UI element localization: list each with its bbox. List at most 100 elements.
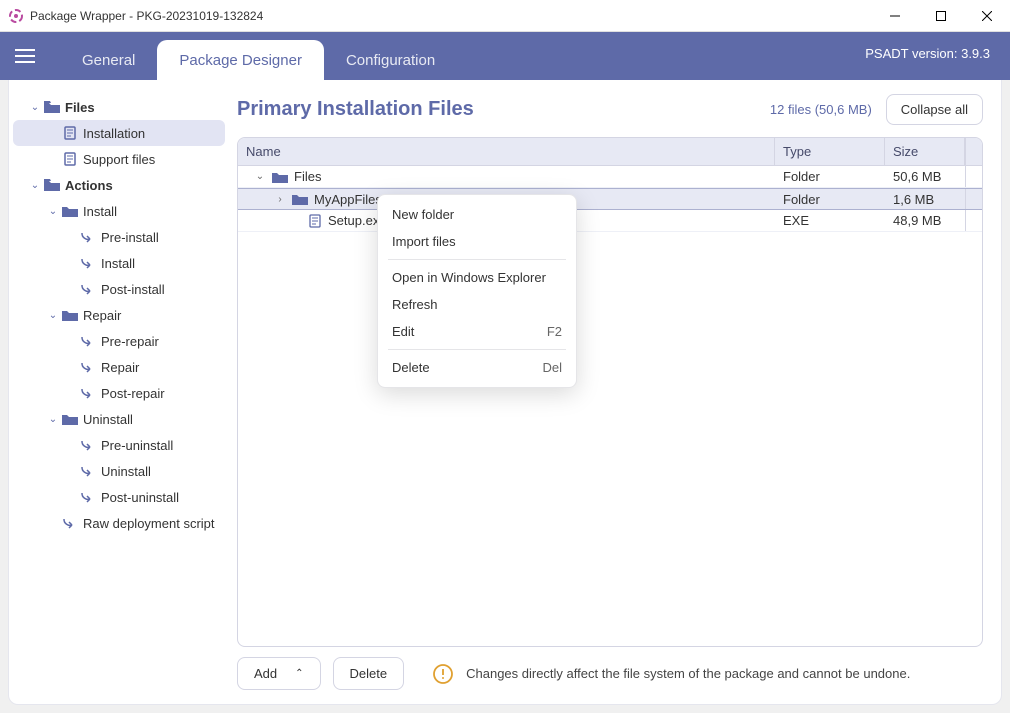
sidebar-item-label: Uninstall xyxy=(101,464,221,479)
title-bar: Package Wrapper - PKG-20231019-132824 xyxy=(0,0,1010,32)
sidebar-item-label: Raw deployment script xyxy=(83,516,221,531)
sidebar-files[interactable]: ⌄ Files xyxy=(13,94,225,120)
col-end xyxy=(965,138,982,165)
file-grid: Name Type Size ⌄ Files Folder 50,6 MB ›My… xyxy=(237,137,983,647)
tab-package-designer[interactable]: Package Designer xyxy=(157,40,324,80)
arrow-icon xyxy=(79,361,97,373)
chevron-down-icon: ⌄ xyxy=(27,102,43,113)
sidebar-post-uninstall[interactable]: Post-uninstall xyxy=(13,484,225,510)
document-icon xyxy=(61,152,79,166)
delete-button[interactable]: Delete xyxy=(333,657,405,690)
chevron-down-icon: ⌄ xyxy=(45,206,61,217)
add-button[interactable]: Add⌃ xyxy=(237,657,321,690)
close-button[interactable] xyxy=(964,0,1010,31)
tab-bar: General Package Designer Configuration xyxy=(60,40,457,80)
row-type: Folder xyxy=(775,166,885,187)
sidebar-item-label: Files xyxy=(65,100,221,115)
sidebar-item-label: Actions xyxy=(65,178,221,193)
sidebar-repair-main[interactable]: Repair xyxy=(13,354,225,380)
table-row[interactable]: Setup.exe EXE 48,9 MB xyxy=(238,210,982,232)
arrow-icon xyxy=(79,257,97,269)
col-size[interactable]: Size xyxy=(885,138,965,165)
maximize-button[interactable] xyxy=(918,0,964,31)
sidebar-item-label: Pre-uninstall xyxy=(101,438,221,453)
sidebar-repair[interactable]: ⌄ Repair xyxy=(13,302,225,328)
row-name: Files xyxy=(294,169,321,184)
sidebar-support-files[interactable]: Support files xyxy=(13,146,225,172)
arrow-icon xyxy=(79,465,97,477)
arrow-icon xyxy=(79,283,97,295)
sidebar-actions[interactable]: ⌄ Actions xyxy=(13,172,225,198)
sidebar: ⌄ Files Installation Support files ⌄ Act… xyxy=(9,80,229,704)
tab-configuration[interactable]: Configuration xyxy=(324,40,457,80)
ctx-delete[interactable]: DeleteDel xyxy=(378,354,576,381)
ctx-refresh[interactable]: Refresh xyxy=(378,291,576,318)
sidebar-uninstall-main[interactable]: Uninstall xyxy=(13,458,225,484)
minimize-button[interactable] xyxy=(872,0,918,31)
psadt-version: PSADT version: 3.9.3 xyxy=(865,46,990,61)
arrow-icon xyxy=(79,439,97,451)
tab-general[interactable]: General xyxy=(60,40,157,80)
document-icon xyxy=(61,126,79,140)
sidebar-pre-repair[interactable]: Pre-repair xyxy=(13,328,225,354)
folder-icon xyxy=(61,205,79,217)
shortcut: Del xyxy=(542,360,562,375)
arrow-icon xyxy=(79,335,97,347)
sidebar-item-label: Support files xyxy=(83,152,221,167)
sidebar-install[interactable]: ⌄ Install xyxy=(13,198,225,224)
row-size: 48,9 MB xyxy=(885,210,965,231)
files-summary: 12 files (50,6 MB) xyxy=(770,102,872,117)
file-icon xyxy=(308,214,322,228)
folder-icon xyxy=(292,193,308,205)
window-title: Package Wrapper - PKG-20231019-132824 xyxy=(30,9,872,23)
separator xyxy=(388,259,566,260)
window-controls xyxy=(872,0,1010,31)
sidebar-raw-script[interactable]: Raw deployment script xyxy=(13,510,225,536)
arrow-icon xyxy=(79,231,97,243)
ctx-edit[interactable]: EditF2 xyxy=(378,318,576,345)
warning-text: Changes directly affect the file system … xyxy=(466,666,910,681)
table-row[interactable]: ⌄ Files Folder 50,6 MB xyxy=(238,166,982,188)
sidebar-item-label: Uninstall xyxy=(83,412,221,427)
folder-icon xyxy=(61,413,79,425)
arrow-icon xyxy=(79,387,97,399)
sidebar-pre-install[interactable]: Pre-install xyxy=(13,224,225,250)
separator xyxy=(388,349,566,350)
chevron-down-icon: ⌄ xyxy=(45,414,61,425)
sidebar-uninstall[interactable]: ⌄ Uninstall xyxy=(13,406,225,432)
sidebar-install-main[interactable]: Install xyxy=(13,250,225,276)
table-row[interactable]: ›MyAppFiles1 Folder 1,6 MB xyxy=(238,188,982,210)
workspace: ⌄ Files Installation Support files ⌄ Act… xyxy=(8,80,1002,705)
sidebar-installation[interactable]: Installation xyxy=(13,120,225,146)
ctx-import-files[interactable]: Import files xyxy=(378,228,576,255)
sidebar-item-label: Repair xyxy=(101,360,221,375)
arrow-icon xyxy=(79,491,97,503)
chevron-down-icon: ⌄ xyxy=(45,310,61,321)
row-size: 50,6 MB xyxy=(885,166,965,187)
folder-icon xyxy=(43,101,61,113)
chevron-right-icon: › xyxy=(274,194,286,205)
row-size: 1,6 MB xyxy=(885,189,965,209)
sidebar-post-install[interactable]: Post-install xyxy=(13,276,225,302)
sidebar-pre-uninstall[interactable]: Pre-uninstall xyxy=(13,432,225,458)
row-type: Folder xyxy=(775,189,885,209)
chevron-up-icon: ⌃ xyxy=(295,668,303,679)
sidebar-item-label: Pre-repair xyxy=(101,334,221,349)
col-type[interactable]: Type xyxy=(775,138,885,165)
chevron-down-icon: ⌄ xyxy=(254,171,266,182)
sidebar-item-label: Pre-install xyxy=(101,230,221,245)
sidebar-item-label: Post-install xyxy=(101,282,221,297)
ctx-open-explorer[interactable]: Open in Windows Explorer xyxy=(378,264,576,291)
folder-icon xyxy=(43,179,61,191)
sidebar-item-label: Installation xyxy=(83,126,221,141)
page-title: Primary Installation Files xyxy=(237,98,770,121)
footer: Add⌃ Delete Changes directly affect the … xyxy=(237,657,983,690)
col-name[interactable]: Name xyxy=(238,138,775,165)
sidebar-item-label: Repair xyxy=(83,308,221,323)
row-type: EXE xyxy=(775,210,885,231)
sidebar-post-repair[interactable]: Post-repair xyxy=(13,380,225,406)
menu-button[interactable] xyxy=(0,32,50,80)
main-header: Primary Installation Files 12 files (50,… xyxy=(237,94,983,125)
ctx-new-folder[interactable]: New folder xyxy=(378,201,576,228)
collapse-all-button[interactable]: Collapse all xyxy=(886,94,983,125)
